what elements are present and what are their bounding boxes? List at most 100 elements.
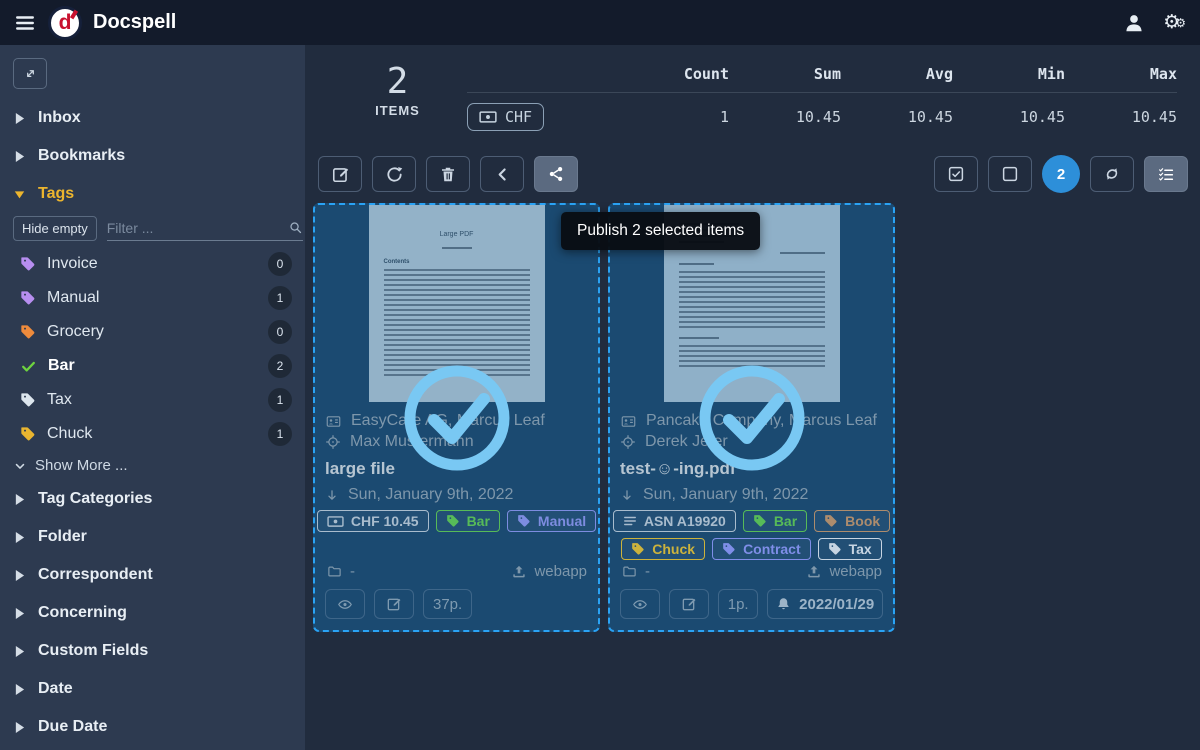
show-more-tags[interactable]: Show More ... xyxy=(0,451,305,480)
user-icon[interactable] xyxy=(1123,12,1145,34)
tag-item-grocery[interactable]: Grocery 0 xyxy=(0,315,305,349)
edit-items-button[interactable] xyxy=(318,156,362,192)
share-button[interactable] xyxy=(534,156,578,192)
page-count-button[interactable]: 37p. xyxy=(423,589,472,619)
settings-gears-icon[interactable]: ⚙⚙ xyxy=(1163,13,1186,32)
deselect-all-button[interactable] xyxy=(988,156,1032,192)
item-count-block: 2 ITEMS xyxy=(360,63,435,140)
upload-icon xyxy=(806,564,822,580)
item-card-list: Large PDF Contents EasyCare AG, Marcus L… xyxy=(305,193,1200,632)
folder-value: - xyxy=(350,563,355,580)
correspondent-row: EasyCare AG, Marcus Leaf xyxy=(325,412,588,430)
arrow-down-icon xyxy=(620,488,634,503)
item-date: Sun, January 9th, 2022 xyxy=(348,486,513,504)
sidebar-item-label: Tags xyxy=(38,185,74,203)
sidebar-item-concerning[interactable]: Concerning xyxy=(0,594,305,632)
tag-icon xyxy=(517,514,531,528)
tag-badge-contract: Contract xyxy=(712,538,811,560)
tag-filter-controls: Hide empty xyxy=(0,213,305,247)
caret-down-icon xyxy=(14,189,25,200)
merge-button[interactable] xyxy=(480,156,524,192)
tag-item-tax[interactable]: Tax 1 xyxy=(0,383,305,417)
tag-icon xyxy=(828,542,842,556)
sidebar-item-inbox[interactable]: Inbox xyxy=(0,99,305,137)
tag-badge-bar: Bar xyxy=(743,510,807,532)
delete-button[interactable] xyxy=(426,156,470,192)
tag-badge-label: Bar xyxy=(774,513,797,529)
stat-value: 10.45 xyxy=(841,108,953,126)
tag-icon xyxy=(20,426,36,442)
concerning-row: Derek Jeter xyxy=(620,433,883,451)
select-all-button[interactable] xyxy=(934,156,978,192)
stat-value: 1 xyxy=(617,108,729,126)
tag-item-bar-selected[interactable]: Bar 2 xyxy=(0,349,305,383)
item-title: large file xyxy=(325,459,588,479)
source-value: webapp xyxy=(534,563,587,580)
sidebar: Inbox Bookmarks Tags Hide empty Invoice xyxy=(0,45,305,750)
tag-filter-input[interactable] xyxy=(107,220,288,236)
sidebar-item-custom-fields[interactable]: Custom Fields xyxy=(0,632,305,670)
sidebar-item-source[interactable]: Source xyxy=(0,746,305,750)
item-card-test-ing-pdf[interactable]: Pancake Company, Marcus Leaf Derek Jeter… xyxy=(608,203,895,632)
edit-item-button[interactable] xyxy=(374,589,414,619)
due-date-button[interactable]: 2022/01/29 xyxy=(767,589,883,619)
tag-badge-label: Chuck xyxy=(652,541,695,557)
item-date: Sun, January 9th, 2022 xyxy=(643,486,808,504)
tag-name: Grocery xyxy=(47,323,104,341)
page-count-button[interactable]: 1p. xyxy=(718,589,758,619)
stat-value: 10.45 xyxy=(953,108,1065,126)
stats-table-row: CHF 1 10.45 10.45 10.45 10.45 xyxy=(467,93,1177,131)
caret-right-icon xyxy=(14,531,25,544)
expand-sidebar-icon[interactable] xyxy=(13,58,47,89)
address-card-icon xyxy=(325,414,342,429)
menu-icon[interactable] xyxy=(14,12,36,34)
sidebar-item-correspondent[interactable]: Correspondent xyxy=(0,556,305,594)
tag-item-manual[interactable]: Manual 1 xyxy=(0,281,305,315)
stat-value: 10.45 xyxy=(1065,108,1177,126)
edit-item-button[interactable] xyxy=(669,589,709,619)
badges: CHF 10.45 Bar Manual xyxy=(325,510,588,532)
caret-right-icon xyxy=(14,683,25,696)
tag-item-chuck[interactable]: Chuck 1 xyxy=(0,417,305,451)
folder-source-row: - webapp xyxy=(315,563,598,580)
sidebar-item-date[interactable]: Date xyxy=(0,670,305,708)
item-card-large-file[interactable]: Large PDF Contents EasyCare AG, Marcus L… xyxy=(313,203,600,632)
tag-name: Invoice xyxy=(47,255,98,273)
navbar-actions: ⚙⚙ xyxy=(1123,12,1186,34)
money-icon xyxy=(479,110,497,124)
list-view-button[interactable] xyxy=(1144,156,1188,192)
sidebar-item-bookmarks[interactable]: Bookmarks xyxy=(0,137,305,175)
hide-empty-button[interactable]: Hide empty xyxy=(13,216,97,241)
caret-right-icon xyxy=(14,645,25,658)
sidebar-item-tags[interactable]: Tags xyxy=(0,175,305,213)
tag-icon xyxy=(753,514,767,528)
stats-header: 2 ITEMS Count Sum Avg Min Max xyxy=(305,45,1200,140)
currency-label: CHF xyxy=(505,108,532,126)
selected-count-badge: 2 xyxy=(1042,155,1080,193)
currency-badge: CHF xyxy=(467,103,544,131)
column-header: Min xyxy=(953,65,1065,83)
asn-value: ASN A19920 xyxy=(644,513,726,529)
chevron-down-icon xyxy=(13,459,27,473)
tag-badge-tax: Tax xyxy=(818,538,882,560)
caret-right-icon xyxy=(14,569,25,582)
docspell-logo[interactable]: d xyxy=(48,6,82,40)
document-preview[interactable]: Large PDF Contents xyxy=(315,205,598,402)
sidebar-item-label: Date xyxy=(38,680,73,698)
sidebar-item-tag-categories[interactable]: Tag Categories xyxy=(0,480,305,518)
column-header: Avg xyxy=(841,65,953,83)
stat-value: 10.45 xyxy=(729,108,841,126)
caret-right-icon xyxy=(14,493,25,506)
sidebar-item-folder[interactable]: Folder xyxy=(0,518,305,556)
sidebar-item-due-date[interactable]: Due Date xyxy=(0,708,305,746)
tag-item-invoice[interactable]: Invoice 0 xyxy=(0,247,305,281)
toolbar-left-group xyxy=(318,156,578,192)
stats-table-header: Count Sum Avg Min Max xyxy=(467,65,1177,93)
date-row: Sun, January 9th, 2022 xyxy=(620,486,883,504)
invert-selection-button[interactable] xyxy=(1090,156,1134,192)
reprocess-button[interactable] xyxy=(372,156,416,192)
document-page-thumbnail: Large PDF Contents xyxy=(369,205,545,402)
preview-eye-button[interactable] xyxy=(620,589,660,619)
preview-eye-button[interactable] xyxy=(325,589,365,619)
tag-badge-label: Book xyxy=(845,513,880,529)
